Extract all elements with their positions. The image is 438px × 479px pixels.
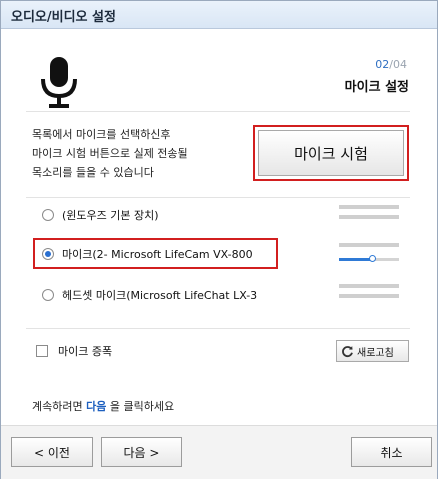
divider — [26, 111, 410, 112]
step-indicator: 02/04 — [375, 58, 407, 71]
step-total: 04 — [393, 58, 407, 71]
device-option-lifecam[interactable]: 마이크(2- Microsoft LifeCam VX-800 — [42, 245, 253, 263]
hint-text: 계속하려면 — [32, 400, 87, 413]
mic-boost-label: 마이크 증폭 — [58, 345, 113, 358]
device-label: (윈도우즈 기본 장치) — [62, 209, 159, 222]
divider — [26, 328, 410, 329]
description: 목록에서 마이크를 선택하신후 마이크 시험 버튼으로 실제 전송될 목소리를 … — [32, 125, 188, 182]
level-meter — [339, 243, 399, 247]
level-meter — [339, 215, 399, 219]
radio-button[interactable] — [42, 209, 54, 221]
page-title: 마이크 설정 — [344, 80, 409, 95]
refresh-label: 새로고침 — [357, 347, 394, 359]
description-line: 마이크 시험 버튼으로 실제 전송될 — [32, 147, 188, 160]
radio-button-selected[interactable] — [42, 248, 54, 260]
mic-volume-thumb[interactable] — [368, 255, 376, 262]
hint-keyword: 다음 — [86, 400, 107, 413]
refresh-icon — [342, 345, 353, 357]
title-bar: 오디오/비디오 설정 — [1, 1, 437, 29]
divider — [26, 197, 410, 198]
hint-text: 을 클릭하세요 — [106, 400, 175, 413]
previous-button[interactable]: < 이전 — [11, 437, 93, 467]
description-line: 목소리를 들을 수 있습니다 — [32, 166, 154, 179]
device-label: 헤드셋 마이크(Microsoft LifeChat LX-3 — [62, 289, 258, 302]
mic-volume-fill — [339, 258, 372, 261]
next-button[interactable]: 다음 > — [101, 437, 182, 467]
mic-test-button[interactable]: 마이크 시험 — [258, 130, 404, 176]
device-label: 마이크(2- Microsoft LifeCam VX-800 — [62, 248, 253, 261]
level-meter — [339, 284, 399, 288]
footer-bar: < 이전 다음 > 취소 — [1, 425, 437, 479]
refresh-button[interactable]: 새로고침 — [336, 340, 409, 362]
window-title: 오디오/비디오 설정 — [11, 10, 116, 25]
continue-hint: 계속하려면 다음 을 클릭하세요 — [32, 398, 174, 414]
level-meter — [339, 205, 399, 209]
mic-boost-option[interactable]: 마이크 증폭 — [36, 343, 112, 359]
device-option-headset[interactable]: 헤드셋 마이크(Microsoft LifeChat LX-3 — [42, 286, 257, 304]
audio-video-settings-window: 오디오/비디오 설정 02/04 마이크 설정 목록에서 마이크를 선택하신후 … — [0, 0, 438, 479]
radio-button[interactable] — [42, 289, 54, 301]
cancel-button[interactable]: 취소 — [351, 437, 432, 467]
mic-test-highlight: 마이크 시험 — [253, 125, 409, 181]
microphone-icon — [41, 57, 77, 108]
mic-boost-checkbox[interactable] — [36, 345, 48, 357]
step-current: 02 — [375, 58, 390, 71]
description-line: 목록에서 마이크를 선택하신후 — [32, 128, 171, 141]
level-meter — [339, 294, 399, 298]
device-option-default[interactable]: (윈도우즈 기본 장치) — [42, 206, 159, 224]
mic-volume-slider[interactable] — [339, 255, 399, 262]
